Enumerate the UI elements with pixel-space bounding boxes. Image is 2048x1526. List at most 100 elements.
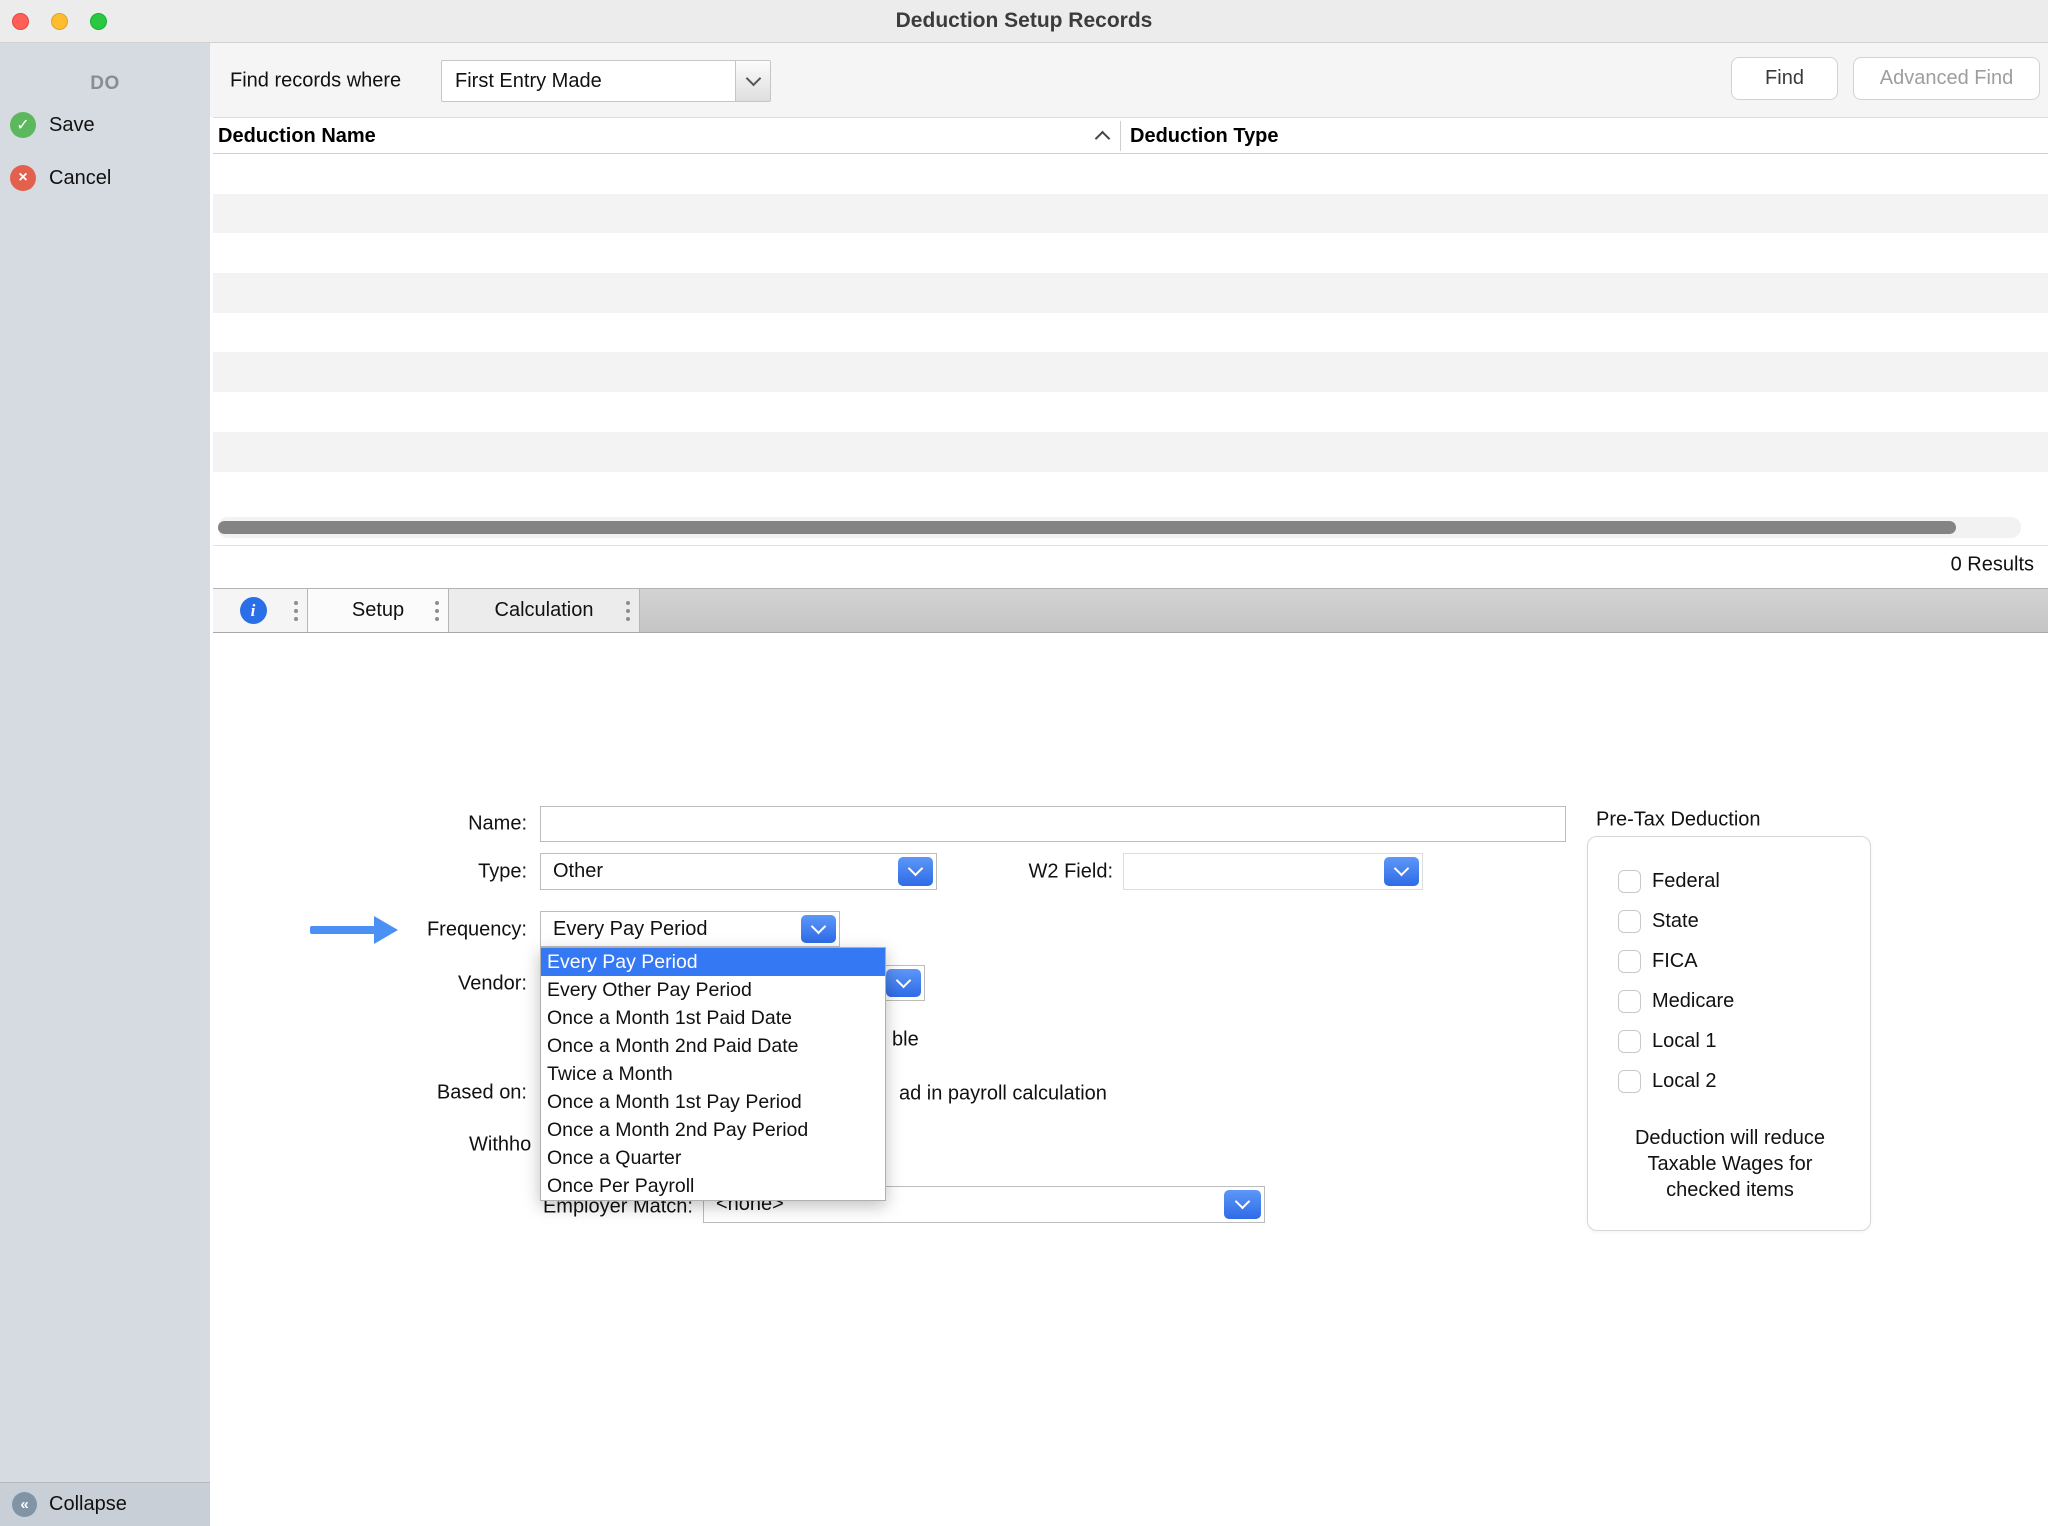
find-field-dropdown[interactable]: First Entry Made xyxy=(441,60,771,102)
x-circle-icon: × xyxy=(10,165,36,191)
menu-item[interactable]: Once a Month 2nd Pay Period xyxy=(541,1116,885,1144)
pretax-checkbox-row[interactable]: Local 2 xyxy=(1618,1061,1734,1101)
cancel-button-label: Cancel xyxy=(49,167,111,190)
menu-item[interactable]: Once a Month 1st Paid Date xyxy=(541,1004,885,1032)
zoom-window-button[interactable] xyxy=(90,13,107,30)
info-segment[interactable]: i xyxy=(213,589,308,632)
checkbox[interactable] xyxy=(1618,1030,1641,1053)
table-header: Deduction Name Deduction Type xyxy=(213,118,2048,154)
w2-field-label: W2 Field: xyxy=(873,861,1113,884)
advanced-find-button[interactable]: Advanced Find xyxy=(1853,57,2040,100)
drag-handle-icon xyxy=(626,601,630,621)
drag-handle-icon xyxy=(294,601,298,621)
tab-bar: i Setup Calculation xyxy=(213,588,2048,633)
checkbox-label: Local 2 xyxy=(1652,1070,1717,1093)
column-header-deduction-type[interactable]: Deduction Type xyxy=(1130,118,1279,154)
find-bar: Find records where First Entry Made Find… xyxy=(210,43,2048,117)
table-row[interactable] xyxy=(213,273,2048,313)
table-row[interactable] xyxy=(213,432,2048,472)
titlebar: Deduction Setup Records xyxy=(0,0,2048,43)
pointer-arrow-icon xyxy=(374,916,398,944)
menu-item[interactable]: Once a Quarter xyxy=(541,1144,885,1172)
menu-item[interactable]: Once Per Payroll xyxy=(541,1172,885,1200)
check-circle-icon: ✓ xyxy=(10,112,36,138)
collapse-button-label: Collapse xyxy=(49,1493,127,1516)
app-window: Deduction Setup Records DO ✓ Save × Canc… xyxy=(0,0,2048,1526)
info-icon: i xyxy=(240,597,267,624)
chevron-down-icon xyxy=(745,70,761,86)
frequency-value: Every Pay Period xyxy=(553,912,708,947)
collapse-button[interactable]: « Collapse xyxy=(0,1482,210,1526)
table-row[interactable] xyxy=(213,194,2048,234)
table-row[interactable] xyxy=(213,154,2048,194)
table-row[interactable] xyxy=(213,352,2048,392)
menu-item[interactable]: Every Pay Period xyxy=(541,948,885,976)
menu-item[interactable]: Twice a Month xyxy=(541,1060,885,1088)
table-row[interactable] xyxy=(213,313,2048,353)
cancel-button[interactable]: × Cancel xyxy=(10,158,111,198)
horizontal-scrollbar[interactable] xyxy=(218,517,2021,538)
pretax-checkbox-row[interactable]: Local 1 xyxy=(1618,1021,1734,1061)
payroll-calculation-label-fragment: ad in payroll calculation xyxy=(899,1083,1107,1106)
results-table: Deduction Name Deduction Type xyxy=(213,117,2048,546)
name-input[interactable] xyxy=(540,806,1566,842)
dropdown-button[interactable] xyxy=(1384,857,1419,886)
pretax-title: Pre-Tax Deduction xyxy=(1596,809,1761,832)
tab-calculation-label: Calculation xyxy=(495,599,594,622)
checkbox-label: State xyxy=(1652,910,1699,933)
w2-field-dropdown[interactable] xyxy=(1123,853,1423,890)
checkbox-label: Federal xyxy=(1652,870,1720,893)
table-row[interactable] xyxy=(213,392,2048,432)
tab-setup[interactable]: Setup xyxy=(308,589,449,632)
checkbox-label: Local 1 xyxy=(1652,1030,1717,1053)
menu-item[interactable]: Once a Month 2nd Paid Date xyxy=(541,1032,885,1060)
tab-setup-label: Setup xyxy=(352,599,404,622)
table-row[interactable] xyxy=(213,472,2048,512)
find-button[interactable]: Find xyxy=(1731,57,1838,100)
checkbox[interactable] xyxy=(1618,910,1641,933)
column-header-deduction-name[interactable]: Deduction Name xyxy=(218,118,376,154)
frequency-dropdown[interactable]: Every Pay Period xyxy=(540,911,840,947)
table-body xyxy=(213,154,2048,511)
menu-item[interactable]: Once a Month 1st Pay Period xyxy=(541,1088,885,1116)
dropdown-button[interactable] xyxy=(886,969,921,997)
pretax-checkbox-row[interactable]: FICA xyxy=(1618,941,1734,981)
based-on-label: Based on: xyxy=(287,1082,527,1105)
pretax-checkbox-row[interactable]: State xyxy=(1618,901,1734,941)
menu-item[interactable]: Every Other Pay Period xyxy=(541,976,885,1004)
pretax-note: Deduction will reduce Taxable Wages for … xyxy=(1608,1125,1852,1203)
checkbox[interactable] xyxy=(1618,870,1641,893)
taxable-label-fragment: ble xyxy=(892,1029,919,1052)
find-field-value: First Entry Made xyxy=(455,61,602,101)
pretax-checkbox-row[interactable]: Federal xyxy=(1618,861,1734,901)
sort-ascending-icon xyxy=(1095,131,1111,147)
dropdown-button[interactable] xyxy=(801,915,836,943)
dropdown-button[interactable] xyxy=(1224,1190,1261,1219)
find-records-label: Find records where xyxy=(230,70,401,93)
drag-handle-icon xyxy=(435,601,439,621)
minimize-window-button[interactable] xyxy=(51,13,68,30)
checkbox[interactable] xyxy=(1618,1070,1641,1093)
window-title: Deduction Setup Records xyxy=(0,0,2048,42)
pretax-checkbox-list: Federal State FICA Medicare xyxy=(1618,861,1734,1101)
pretax-checkbox-row[interactable]: Medicare xyxy=(1618,981,1734,1021)
results-count: 0 Results xyxy=(1951,554,2034,577)
scrollbar-thumb[interactable] xyxy=(218,521,1956,534)
chevron-down-icon xyxy=(1394,861,1410,877)
checkbox[interactable] xyxy=(1618,990,1641,1013)
chevron-down-icon xyxy=(896,972,912,988)
chevron-down-icon xyxy=(1235,1194,1251,1210)
save-button[interactable]: ✓ Save xyxy=(10,105,95,145)
withholding-label-fragment: Withho xyxy=(469,1134,531,1157)
type-label: Type: xyxy=(287,861,527,884)
checkbox[interactable] xyxy=(1618,950,1641,973)
sidebar: DO ✓ Save × Cancel « Collapse xyxy=(0,43,210,1526)
tab-calculation[interactable]: Calculation xyxy=(449,589,640,632)
type-value: Other xyxy=(553,854,603,889)
name-label: Name: xyxy=(287,813,527,836)
vendor-label: Vendor: xyxy=(287,973,527,996)
table-row[interactable] xyxy=(213,233,2048,273)
close-window-button[interactable] xyxy=(12,13,29,30)
column-divider[interactable] xyxy=(1120,121,1121,151)
chevron-down-icon xyxy=(811,918,827,934)
